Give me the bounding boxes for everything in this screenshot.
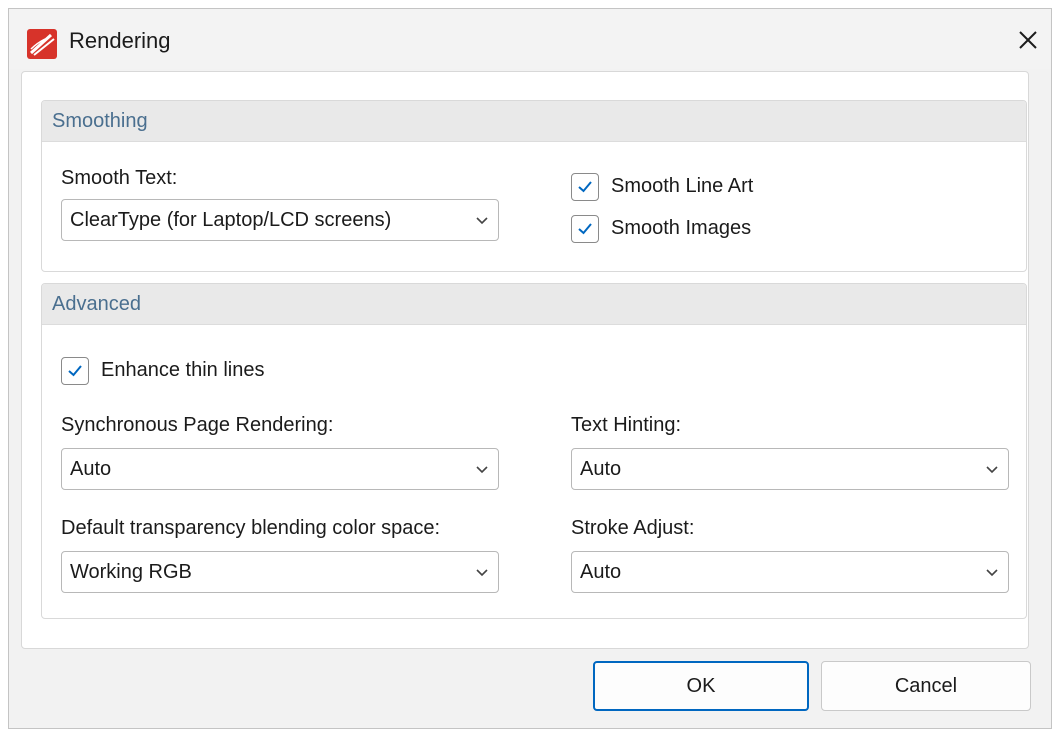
smooth-line-art-label: Smooth Line Art (611, 175, 754, 197)
window-title: Rendering (69, 28, 171, 53)
smooth-text-label: Smooth Text: (61, 167, 178, 189)
advanced-group: Advanced Enhance thin lines Synchronous … (41, 283, 1027, 619)
rendering-dialog: Rendering Smoothing Smooth Text: ClearTy… (8, 8, 1052, 729)
checkbox-box (571, 173, 599, 201)
text-hinting-value: Auto (580, 458, 622, 480)
enhance-thin-lines-checkbox[interactable]: Enhance thin lines (61, 355, 361, 387)
checkmark-icon (578, 223, 592, 235)
ok-button[interactable]: OK (593, 661, 809, 711)
pdf-app-icon (27, 29, 57, 59)
title-bar: Rendering (9, 9, 1051, 69)
chevron-down-icon (986, 466, 998, 474)
checkbox-box (61, 357, 89, 385)
smooth-line-art-checkbox[interactable]: Smooth Line Art (571, 171, 831, 203)
smoothing-group: Smoothing Smooth Text: ClearType (for La… (41, 100, 1027, 272)
enhance-thin-lines-label: Enhance thin lines (101, 359, 265, 381)
blend-space-label: Default transparency blending color spac… (61, 517, 441, 539)
chevron-down-icon (476, 466, 488, 474)
text-hinting-select[interactable]: Auto (571, 448, 1009, 490)
cancel-button[interactable]: Cancel (821, 661, 1031, 711)
smooth-images-label: Smooth Images (611, 217, 752, 239)
sync-rendering-select[interactable]: Auto (61, 448, 499, 490)
smoothing-header: Smoothing (42, 101, 1026, 142)
checkbox-box (571, 215, 599, 243)
smooth-text-value: ClearType (for Laptop/LCD screens) (70, 209, 392, 231)
advanced-header: Advanced (42, 284, 1026, 325)
stroke-adjust-select[interactable]: Auto (571, 551, 1009, 593)
sync-rendering-label: Synchronous Page Rendering: (61, 414, 334, 436)
checkmark-icon (578, 181, 592, 193)
smooth-images-checkbox[interactable]: Smooth Images (571, 213, 831, 245)
text-hinting-label: Text Hinting: (571, 414, 682, 436)
sync-rendering-value: Auto (70, 458, 112, 480)
checkmark-icon (68, 365, 82, 377)
chevron-down-icon (986, 569, 998, 577)
blend-space-select[interactable]: Working RGB (61, 551, 499, 593)
stroke-adjust-value: Auto (580, 561, 622, 583)
chevron-down-icon (476, 217, 488, 225)
content-panel: Smoothing Smooth Text: ClearType (for La… (21, 71, 1029, 649)
blend-space-value: Working RGB (70, 561, 192, 583)
chevron-down-icon (476, 569, 488, 577)
close-icon[interactable] (1011, 23, 1045, 57)
smooth-text-select[interactable]: ClearType (for Laptop/LCD screens) (61, 199, 499, 241)
stroke-adjust-label: Stroke Adjust: (571, 517, 695, 539)
